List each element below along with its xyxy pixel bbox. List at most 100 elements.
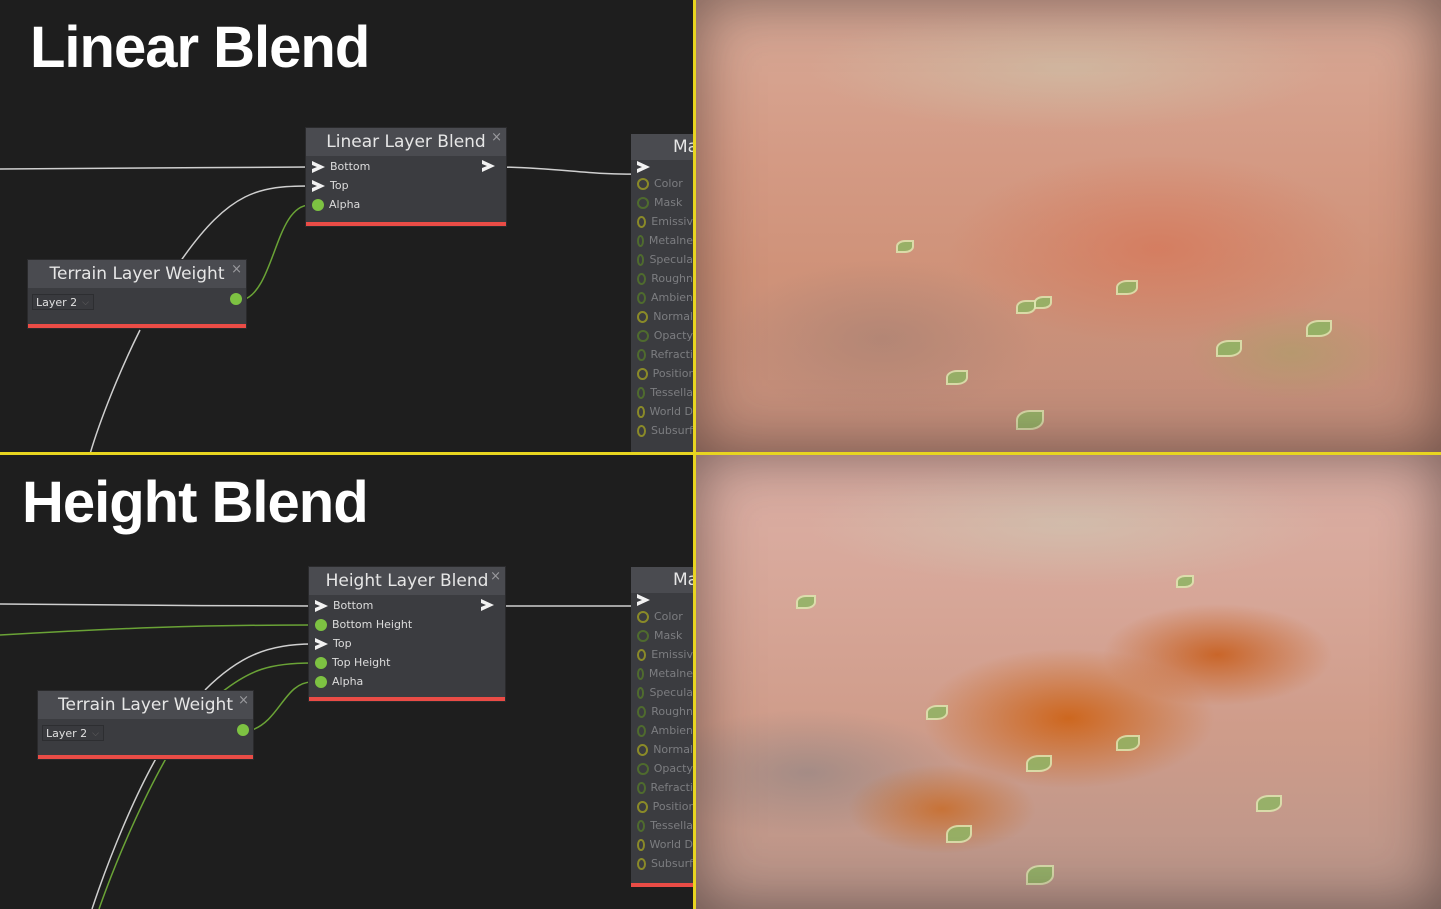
pin-ring-icon[interactable] [637,800,648,813]
master-input-tessellation[interactable]: Tessella [631,816,693,835]
pin-ring-icon[interactable] [637,329,649,342]
height-layer-blend-node[interactable]: Height Layer Blend × Bottom Bottom Heigh… [309,567,505,701]
pin-ring-icon[interactable] [637,819,646,832]
terrain-layer-weight-node[interactable]: Terrain Layer Weight × Layer 2 ⌵ [38,691,253,759]
master-exec-input[interactable] [631,160,693,174]
exec-pin-icon[interactable] [637,161,650,173]
material-output-node[interactable]: Ma Color Mask Emissiv Metalne Specula Ro… [631,134,693,454]
input-top-height[interactable]: Top Height [309,653,505,672]
pin-ring-icon[interactable] [637,405,645,418]
float-pin-icon[interactable] [315,656,327,669]
terrain-layer-weight-node[interactable]: Terrain Layer Weight × Layer 2 ⌵ [28,260,246,328]
master-input-opacity[interactable]: Opacty [631,759,693,778]
weight-output-pin-icon[interactable] [230,293,242,305]
pin-ring-icon[interactable] [637,424,646,437]
exec-pin-icon[interactable] [315,637,328,650]
pin-ring-icon[interactable] [637,253,645,266]
input-bottom[interactable]: Bottom [306,157,506,176]
pin-ring-icon[interactable] [637,781,646,794]
input-bottom[interactable]: Bottom [309,596,505,615]
pin-ring-icon[interactable] [637,686,645,699]
float-pin-icon[interactable] [315,618,327,631]
master-input-subsurface[interactable]: Subsurf [631,854,693,873]
master-input-color[interactable]: Color [631,607,693,626]
master-input-ambient[interactable]: Ambien [631,721,693,740]
pin-ring-icon[interactable] [637,348,646,361]
pin-ring-icon[interactable] [637,743,649,756]
master-input-roughness[interactable]: Roughn [631,269,693,288]
exec-pin-icon[interactable] [637,594,650,606]
pin-ring-icon[interactable] [637,386,646,399]
pin-ring-icon[interactable] [637,177,649,190]
close-icon[interactable]: × [490,563,501,591]
node-title[interactable]: Height Layer Blend × [309,567,505,595]
pin-ring-icon[interactable] [637,215,647,228]
pin-ring-icon[interactable] [637,610,649,623]
pin-ring-icon[interactable] [637,762,649,775]
input-top[interactable]: Top [309,634,505,653]
node-title[interactable]: Terrain Layer Weight × [38,691,253,719]
pin-ring-icon[interactable] [637,838,645,851]
exec-pin-icon[interactable] [312,160,325,173]
pin-ring-icon[interactable] [637,196,649,209]
pin-ring-icon[interactable] [637,857,646,870]
input-alpha[interactable]: Alpha [306,195,506,214]
node-title[interactable]: Ma [631,134,693,160]
layer-select[interactable]: Layer 2 ⌵ [32,294,94,310]
output-pin-icon[interactable] [481,599,494,611]
master-input-metalness[interactable]: Metalne [631,231,693,250]
master-input-roughness[interactable]: Roughn [631,702,693,721]
master-input-mask[interactable]: Mask [631,193,693,212]
input-bottom-height[interactable]: Bottom Height [309,615,505,634]
master-input-emissive[interactable]: Emissiv [631,645,693,664]
close-icon[interactable]: × [231,256,242,284]
linear-layer-blend-node[interactable]: Linear Layer Blend × Bottom Top Alpha [306,128,506,226]
master-input-position[interactable]: Positior [631,797,693,816]
node-title[interactable]: Linear Layer Blend × [306,128,506,156]
master-input-position[interactable]: Positior [631,364,693,383]
material-output-node[interactable]: Ma Color Mask Emissiv Metalne Specula Ro… [631,567,693,887]
pin-ring-icon[interactable] [637,367,648,380]
master-input-specular[interactable]: Specula [631,250,693,269]
pin-label: Mask [654,196,683,209]
pin-ring-icon[interactable] [637,310,649,323]
layer-select[interactable]: Layer 2 ⌵ [42,725,104,741]
output-pin-icon[interactable] [482,160,495,172]
pin-ring-icon[interactable] [637,705,647,718]
close-icon[interactable]: × [491,124,502,152]
close-icon[interactable]: × [238,687,249,715]
exec-pin-icon[interactable] [312,179,325,192]
master-exec-input[interactable] [631,593,693,607]
pin-ring-icon[interactable] [637,629,649,642]
master-input-color[interactable]: Color [631,174,693,193]
master-input-ambient[interactable]: Ambien [631,288,693,307]
node-title[interactable]: Terrain Layer Weight × [28,260,246,288]
exec-pin-icon[interactable] [315,599,328,612]
master-input-normal[interactable]: Normal [631,740,693,759]
master-input-subsurface[interactable]: Subsurf [631,421,693,440]
master-input-opacity[interactable]: Opacty [631,326,693,345]
pin-ring-icon[interactable] [637,291,646,304]
master-input-world-displacement[interactable]: World D [631,402,693,421]
master-input-emissive[interactable]: Emissiv [631,212,693,231]
pin-ring-icon[interactable] [637,272,647,285]
master-input-normal[interactable]: Normal [631,307,693,326]
float-pin-icon[interactable] [312,198,324,211]
weight-output-pin-icon[interactable] [237,724,249,736]
node-title[interactable]: Ma [631,567,693,593]
master-input-refraction[interactable]: Refracti [631,345,693,364]
pin-ring-icon[interactable] [637,234,644,247]
master-input-world-displacement[interactable]: World D [631,835,693,854]
master-input-mask[interactable]: Mask [631,626,693,645]
master-input-refraction[interactable]: Refracti [631,778,693,797]
pin-ring-icon[interactable] [637,724,646,737]
master-input-metalness[interactable]: Metalne [631,664,693,683]
float-pin-icon[interactable] [315,675,327,688]
pin-ring-icon[interactable] [637,648,647,661]
master-input-specular[interactable]: Specula [631,683,693,702]
input-top[interactable]: Top [306,176,506,195]
pin-ring-icon[interactable] [637,667,644,680]
wire-alpha [251,681,313,731]
input-alpha[interactable]: Alpha [309,672,505,691]
master-input-tessellation[interactable]: Tessella [631,383,693,402]
